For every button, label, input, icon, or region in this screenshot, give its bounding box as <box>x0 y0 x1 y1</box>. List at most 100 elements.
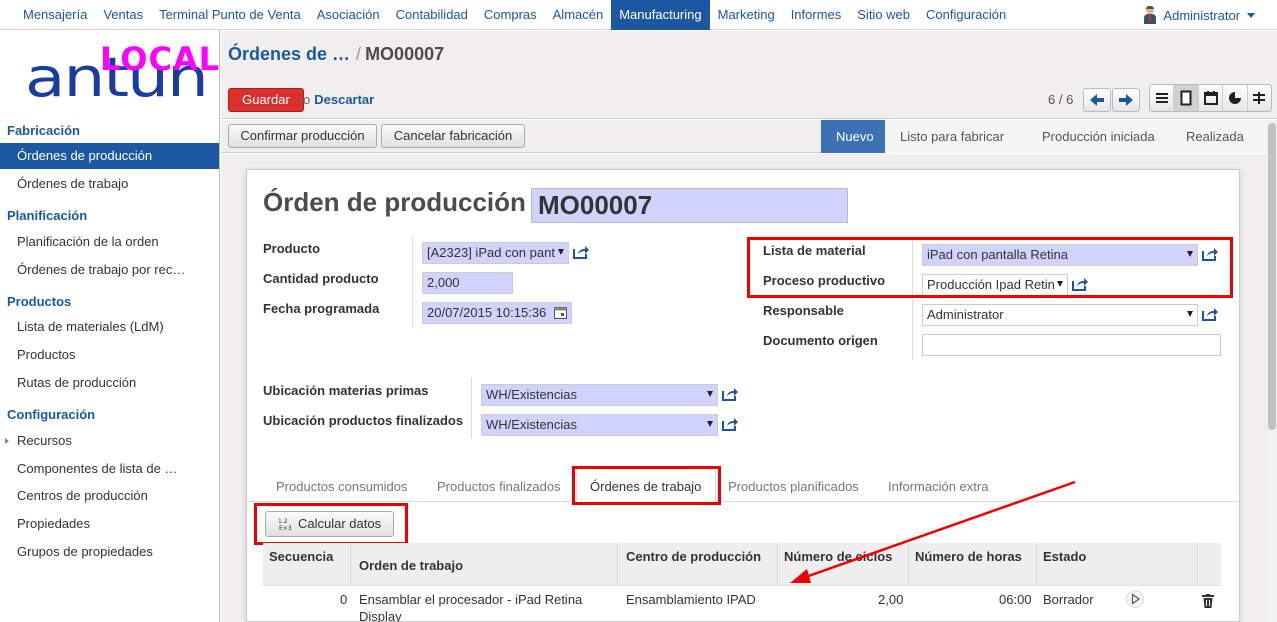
state-step-iniciada[interactable]: Producción iniciada <box>1027 120 1171 153</box>
cell-numero-ciclos: 2,00 <box>878 592 904 607</box>
breadcrumb-separator: / <box>356 44 362 64</box>
menu-sitio-web[interactable]: Sitio web <box>849 0 918 30</box>
cell-centro-produccion: Ensamblamiento IPAD <box>626 592 756 607</box>
responsible-label: Responsable <box>763 303 844 318</box>
chevron-right-icon <box>1119 94 1133 106</box>
state-step-realizada[interactable]: Realizada <box>1171 120 1267 153</box>
discard-button[interactable]: Descartar <box>314 92 374 107</box>
menu-almacen[interactable]: Almacén <box>545 0 612 30</box>
user-menu[interactable]: Administrator <box>1143 0 1255 30</box>
sidebar-item-recursos[interactable]: Recursos <box>0 428 219 454</box>
list-view-icon <box>1155 93 1168 103</box>
menu-informes[interactable]: Informes <box>783 0 850 30</box>
raw-location-select[interactable]: WH/Existencias <box>481 384 718 406</box>
origin-document-label: Documento origen <box>763 333 878 348</box>
finished-location-value: WH/Existencias <box>486 417 578 432</box>
external-link-icon[interactable] <box>722 387 738 401</box>
gantt-view-button[interactable] <box>1248 85 1271 111</box>
chevron-down-icon <box>1247 12 1255 18</box>
page-scrollbar[interactable] <box>1267 120 1277 622</box>
external-link-icon[interactable] <box>1202 307 1218 321</box>
origin-document-input[interactable] <box>922 334 1221 356</box>
play-icon[interactable] <box>1126 590 1144 608</box>
sidebar-item-ordenes-produccion[interactable]: Órdenes de producción <box>0 143 219 169</box>
cancel-production-button[interactable]: Cancelar fabricación <box>381 124 525 148</box>
sidebar-section-fabricacion: Fabricación <box>7 123 80 138</box>
sidebar-item-ordenes-trabajo[interactable]: Órdenes de trabajo <box>0 171 219 197</box>
quantity-input[interactable]: 2,000 <box>422 272 513 294</box>
save-button[interactable]: Guardar <box>228 88 304 112</box>
state-step-listo[interactable]: Listo para fabricar <box>885 120 1027 153</box>
graph-view-button[interactable] <box>1223 85 1248 111</box>
sidebar-item-ordenes-trabajo-recurso[interactable]: Órdenes de trabajo por rec… <box>0 257 219 283</box>
product-label: Producto <box>263 241 321 256</box>
sidebar: antun LOCAL Fabricación Órdenes de produ… <box>0 30 220 622</box>
sidebar-item-propiedades[interactable]: Propiedades <box>0 511 219 537</box>
quantity-label: Cantidad producto <box>263 271 379 286</box>
field-divider <box>412 236 413 328</box>
calendar-view-button[interactable] <box>1199 85 1224 111</box>
column-header-orden-trabajo[interactable]: Orden de trabajo <box>359 558 463 573</box>
pager-value: 6 / 6 <box>1048 92 1074 107</box>
dropdown-arrow-icon <box>707 391 713 397</box>
external-link-icon[interactable] <box>722 417 738 431</box>
column-divider <box>617 543 618 586</box>
menu-compras[interactable]: Compras <box>476 0 545 30</box>
pager-next-button[interactable] <box>1112 88 1140 112</box>
raw-location-value: WH/Existencias <box>486 387 578 402</box>
trash-icon[interactable] <box>1202 594 1214 608</box>
column-divider <box>1197 543 1198 586</box>
state-step-nuevo[interactable]: Nuevo <box>821 120 885 153</box>
tab-productos-finalizados[interactable]: Productos finalizados <box>437 479 561 494</box>
gantt-view-icon <box>1253 92 1266 104</box>
list-view-button[interactable] <box>1150 85 1175 111</box>
external-link-icon[interactable] <box>573 245 589 259</box>
highlight-box-calc <box>254 503 408 545</box>
menu-marketing[interactable]: Marketing <box>710 0 783 30</box>
breadcrumb: Órdenes de … / MO00007 <box>228 44 444 65</box>
responsible-select[interactable]: Administrator <box>922 304 1198 326</box>
scrollbar-thumb[interactable] <box>1268 123 1276 430</box>
sidebar-item-lista-materiales[interactable]: Lista de materiales (LdM) <box>0 314 219 340</box>
form-view-button[interactable] <box>1174 85 1199 111</box>
responsible-value: Administrator <box>927 307 1004 322</box>
reference-input[interactable]: MO00007 <box>531 188 848 223</box>
user-avatar-icon <box>1143 6 1157 24</box>
company-logo[interactable]: antun LOCAL <box>25 43 219 118</box>
finished-location-select[interactable]: WH/Existencias <box>481 414 718 436</box>
calendar-picker-icon[interactable] <box>554 307 567 319</box>
state-steps: Nuevo Listo para fabricar Producción ini… <box>821 120 1267 153</box>
sidebar-item-grupos-propiedades[interactable]: Grupos de propiedades <box>0 539 219 565</box>
menu-mensajeria[interactable]: Mensajería <box>15 0 95 30</box>
sidebar-item-productos[interactable]: Productos <box>0 342 219 368</box>
cell-orden-trabajo: Ensamblar el procesador - iPad Retina <box>359 592 583 607</box>
menu-pos[interactable]: Terminal Punto de Venta <box>151 0 309 30</box>
pager-previous-button[interactable] <box>1083 88 1111 112</box>
sidebar-item-centros-produccion[interactable]: Centros de producción <box>0 483 219 509</box>
menu-manufacturing[interactable]: Manufacturing <box>611 0 710 30</box>
sidebar-item-label: Recursos <box>17 433 72 448</box>
sidebar-section-configuracion: Configuración <box>7 407 96 422</box>
dropdown-arrow-icon <box>1187 311 1193 317</box>
menu-contabilidad[interactable]: Contabilidad <box>388 0 476 30</box>
dropdown-arrow-icon <box>558 249 564 255</box>
sidebar-item-rutas-produccion[interactable]: Rutas de producción <box>0 370 219 396</box>
sidebar-section-planificacion: Planificación <box>7 208 88 223</box>
tab-productos-consumidos[interactable]: Productos consumidos <box>276 479 408 494</box>
cell-numero-horas: 06:00 <box>999 592 1032 607</box>
breadcrumb-parent[interactable]: Órdenes de … <box>228 44 350 64</box>
column-header-centro-produccion[interactable]: Centro de producción <box>626 549 761 564</box>
scheduled-date-input[interactable]: 20/07/2015 10:15:36 <box>422 302 572 324</box>
sidebar-section-productos: Productos <box>7 294 72 309</box>
view-switcher <box>1149 84 1272 112</box>
column-divider <box>350 543 351 586</box>
product-select[interactable]: [A2323] iPad con pant <box>422 242 569 264</box>
sidebar-item-componentes-lista[interactable]: Componentes de lista de … <box>0 456 219 482</box>
confirm-production-button[interactable]: Confirmar producción <box>228 124 377 148</box>
sidebar-item-planificacion-orden[interactable]: Planificación de la orden <box>0 229 219 255</box>
dropdown-arrow-icon <box>707 421 713 427</box>
menu-asociacion[interactable]: Asociación <box>309 0 388 30</box>
column-header-secuencia[interactable]: Secuencia <box>269 549 333 564</box>
menu-ventas[interactable]: Ventas <box>95 0 151 30</box>
menu-configuracion[interactable]: Configuración <box>918 0 1014 30</box>
